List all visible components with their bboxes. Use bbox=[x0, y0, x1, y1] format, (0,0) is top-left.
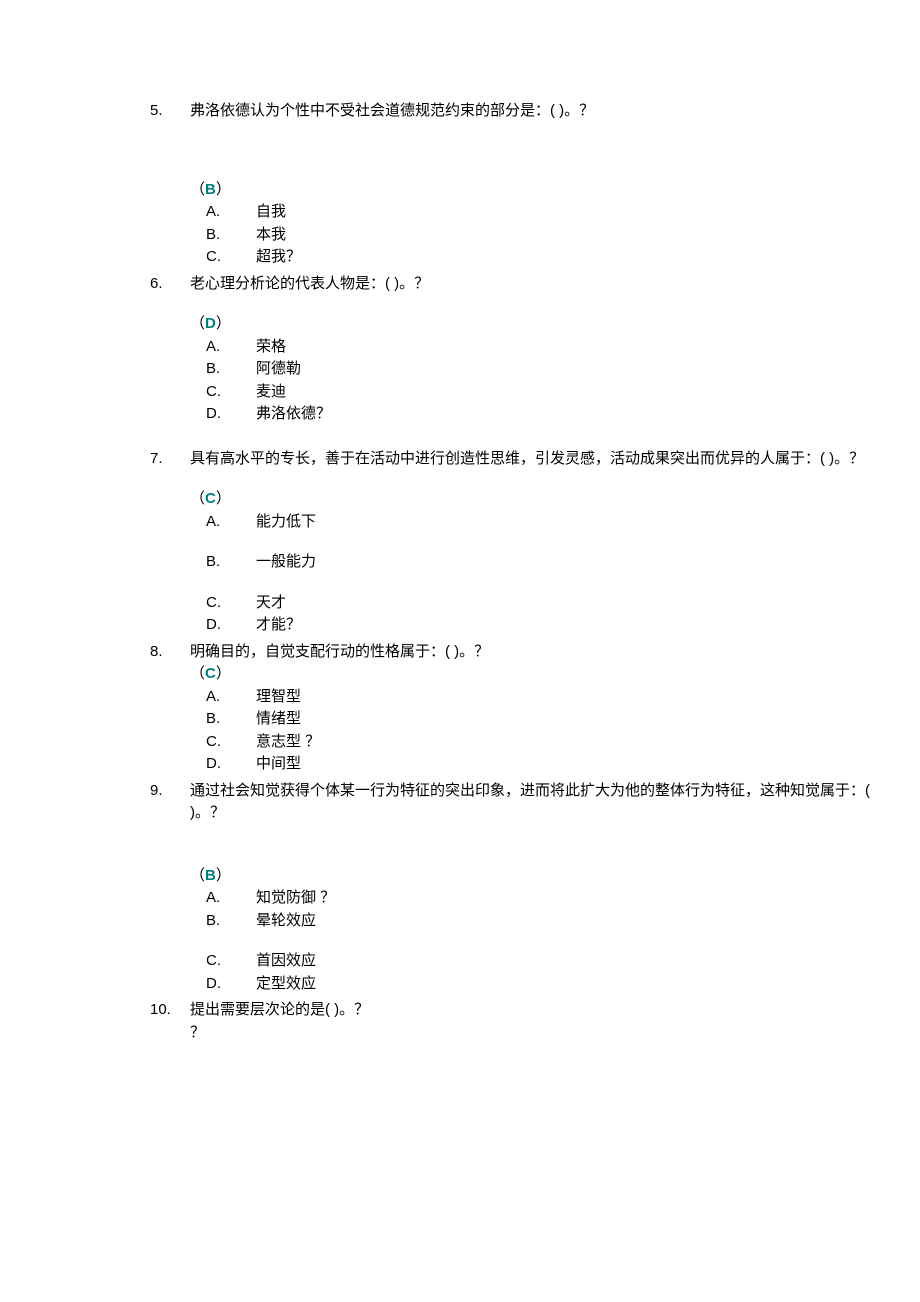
option-b: B. 阿德勒 bbox=[206, 358, 880, 381]
question-text: 弗洛依德认为个性中不受社会道德规范约束的部分是：( )。？ bbox=[190, 100, 880, 123]
answer-letter: B bbox=[205, 867, 216, 884]
question-text: 提出需要层次论的是( )。？ bbox=[190, 999, 880, 1022]
option-text: 弗洛依德？ bbox=[256, 403, 880, 426]
option-letter: A. bbox=[206, 336, 256, 359]
option-text: 能力低下 bbox=[256, 511, 880, 534]
option-letter: A. bbox=[206, 201, 256, 224]
question-8: 8. 明确目的，自觉支配行动的性格属于：( )。？ （C） A. 理智型 B. … bbox=[150, 641, 880, 776]
option-letter: B. bbox=[206, 708, 256, 731]
question-number: 8. bbox=[150, 641, 190, 664]
option-letter: A. bbox=[206, 887, 256, 910]
option-letter: C. bbox=[206, 246, 256, 269]
option-d: D. 定型效应 bbox=[206, 973, 880, 996]
answer-line: （D） bbox=[190, 313, 880, 336]
option-text: 才能？ bbox=[256, 614, 880, 637]
question-row: 7. 具有高水平的专长，善于在活动中进行创造性思维，引发灵感，活动成果突出而优异… bbox=[150, 448, 880, 471]
option-b: B. 一般能力 bbox=[206, 551, 880, 574]
option-c: C. 超我？ bbox=[206, 246, 880, 269]
option-c: C. 天才 bbox=[206, 592, 880, 615]
option-letter: C. bbox=[206, 592, 256, 615]
option-letter: C. bbox=[206, 381, 256, 404]
option-b: B. 本我 bbox=[206, 224, 880, 247]
option-d: D. 弗洛依德？ bbox=[206, 403, 880, 426]
option-letter: D. bbox=[206, 753, 256, 776]
option-letter: D. bbox=[206, 973, 256, 996]
option-letter: B. bbox=[206, 358, 256, 381]
answer-letter: C bbox=[205, 490, 216, 507]
option-letter: C. bbox=[206, 731, 256, 754]
option-text: 中间型 bbox=[256, 753, 880, 776]
option-text: 天才 bbox=[256, 592, 880, 615]
answer-block: （C） A. 理智型 B. 情绪型 C. 意志型 ？ D. 中间型 bbox=[190, 663, 880, 776]
option-c: C. 意志型 ？ bbox=[206, 731, 880, 754]
option-text: 晕轮效应 bbox=[256, 910, 880, 933]
option-c: C. 首因效应 bbox=[206, 950, 880, 973]
option-text: 知觉防御 ？ bbox=[256, 887, 880, 910]
option-c: C. 麦迪 bbox=[206, 381, 880, 404]
option-a: A. 理智型 bbox=[206, 686, 880, 709]
question-trailing: ？ bbox=[190, 1022, 880, 1045]
question-text: 明确目的，自觉支配行动的性格属于：( )。？ bbox=[190, 641, 880, 664]
answer-line: （B） bbox=[190, 865, 880, 888]
option-text: 自我 bbox=[256, 201, 880, 224]
option-letter: C. bbox=[206, 950, 256, 973]
question-text: 通过社会知觉获得个体某一行为特征的突出印象，进而将此扩大为他的整体行为特征，这种… bbox=[190, 780, 880, 825]
option-letter: B. bbox=[206, 551, 256, 574]
option-b: B. 情绪型 bbox=[206, 708, 880, 731]
answer-letter: D bbox=[205, 315, 216, 332]
option-text: 理智型 bbox=[256, 686, 880, 709]
question-row: 10. 提出需要层次论的是( )。？ bbox=[150, 999, 880, 1022]
answer-line: （C） bbox=[190, 663, 880, 686]
option-text: 本我 bbox=[256, 224, 880, 247]
option-a: A. 能力低下 bbox=[206, 511, 880, 534]
option-letter: D. bbox=[206, 403, 256, 426]
option-text: 定型效应 bbox=[256, 973, 880, 996]
question-number: 5. bbox=[150, 100, 190, 123]
question-number: 10. bbox=[150, 999, 190, 1022]
answer-line: （C） bbox=[190, 488, 880, 511]
question-row: 8. 明确目的，自觉支配行动的性格属于：( )。？ bbox=[150, 641, 880, 664]
question-number: 6. bbox=[150, 273, 190, 296]
option-a: A. 自我 bbox=[206, 201, 880, 224]
option-text: 荣格 bbox=[256, 336, 880, 359]
option-d: D. 才能？ bbox=[206, 614, 880, 637]
option-text: 首因效应 bbox=[256, 950, 880, 973]
question-number: 7. bbox=[150, 448, 190, 471]
option-text: 超我？ bbox=[256, 246, 880, 269]
option-letter: A. bbox=[206, 686, 256, 709]
option-b: B. 晕轮效应 bbox=[206, 910, 880, 933]
option-a: A. 知觉防御 ？ bbox=[206, 887, 880, 910]
question-number: 9. bbox=[150, 780, 190, 803]
option-text: 麦迪 bbox=[256, 381, 880, 404]
question-row: 6. 老心理分析论的代表人物是：( )。？ bbox=[150, 273, 880, 296]
answer-block: （D） A. 荣格 B. 阿德勒 C. 麦迪 D. 弗洛依德？ bbox=[190, 313, 880, 426]
question-text: 老心理分析论的代表人物是：( )。？ bbox=[190, 273, 880, 296]
option-letter: A. bbox=[206, 511, 256, 534]
question-5: 5. 弗洛依德认为个性中不受社会道德规范约束的部分是：( )。？ （B） A. … bbox=[150, 100, 880, 269]
option-text: 阿德勒 bbox=[256, 358, 880, 381]
answer-line: （B） bbox=[190, 179, 880, 202]
answer-letter: B bbox=[205, 181, 216, 198]
question-text: 具有高水平的专长，善于在活动中进行创造性思维，引发灵感，活动成果突出而优异的人属… bbox=[190, 448, 880, 471]
option-text: 意志型 ？ bbox=[256, 731, 880, 754]
option-text: 一般能力 bbox=[256, 551, 880, 574]
question-7: 7. 具有高水平的专长，善于在活动中进行创造性思维，引发灵感，活动成果突出而优异… bbox=[150, 448, 880, 637]
option-letter: D. bbox=[206, 614, 256, 637]
question-10: 10. 提出需要层次论的是( )。？ ？ bbox=[150, 999, 880, 1044]
question-9: 9. 通过社会知觉获得个体某一行为特征的突出印象，进而将此扩大为他的整体行为特征… bbox=[150, 780, 880, 996]
question-row: 5. 弗洛依德认为个性中不受社会道德规范约束的部分是：( )。？ bbox=[150, 100, 880, 123]
option-a: A. 荣格 bbox=[206, 336, 880, 359]
option-d: D. 中间型 bbox=[206, 753, 880, 776]
question-6: 6. 老心理分析论的代表人物是：( )。？ （D） A. 荣格 B. 阿德勒 C… bbox=[150, 273, 880, 426]
answer-block: （C） A. 能力低下 B. 一般能力 C. 天才 D. 才能？ bbox=[190, 488, 880, 637]
option-letter: B. bbox=[206, 224, 256, 247]
option-text: 情绪型 bbox=[256, 708, 880, 731]
question-row: 9. 通过社会知觉获得个体某一行为特征的突出印象，进而将此扩大为他的整体行为特征… bbox=[150, 780, 880, 825]
answer-letter: C bbox=[205, 665, 216, 682]
option-letter: B. bbox=[206, 910, 256, 933]
answer-block: （B） A. 自我 B. 本我 C. 超我？ bbox=[190, 179, 880, 269]
answer-block: （B） A. 知觉防御 ？ B. 晕轮效应 C. 首因效应 D. 定型效应 bbox=[190, 865, 880, 996]
